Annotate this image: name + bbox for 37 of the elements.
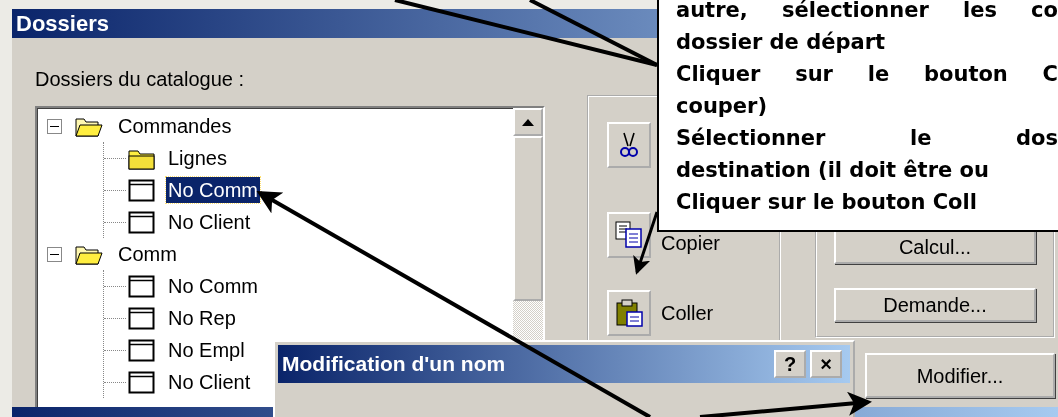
tree-item[interactable]: No Empl [166,337,247,363]
instruction-text: couper) [676,93,769,120]
field-icon [128,274,156,298]
cut-button[interactable] [607,122,651,168]
field-icon [128,338,156,362]
instruction-text: Cliquer sur le bouton C [676,61,1058,88]
tree-item[interactable]: No Comm [166,273,260,299]
push-button[interactable]: Demande... [834,288,1036,322]
tree-item[interactable]: No Comm [166,177,260,203]
tree-item[interactable]: No Client [166,369,253,395]
field-icon [128,178,156,202]
push-button[interactable]: Calcul... [834,230,1036,264]
paste-icon [615,299,643,327]
modify-button[interactable]: Modifier... [865,353,1055,398]
copy-icon [615,221,643,249]
instruction-text: Cliquer sur le bouton Coll [676,189,978,216]
instruction-text: Sélectionner le dos [676,125,1058,152]
paste-button[interactable] [607,290,651,336]
tree-label: Dossiers du catalogue : [35,67,245,92]
instruction-text: destination (il doit être ou [676,157,990,184]
close-button[interactable]: × [810,350,842,378]
button-label: Coller [661,301,714,326]
up-arrow-icon [522,118,534,126]
copy-button[interactable] [607,212,651,258]
tree-item[interactable]: Comm [116,241,179,267]
field-icon [128,306,156,330]
tree-item[interactable]: No Rep [166,305,238,331]
button-label: Copier [661,231,720,256]
scroll-thumb[interactable] [513,136,543,301]
dialog-title: Modification d'un nom [282,351,507,378]
field-icon [128,210,156,234]
tree-item[interactable]: Commandes [116,113,234,139]
tree-item[interactable]: Lignes [166,145,229,171]
tree-item[interactable]: No Client [166,209,253,235]
field-icon [128,370,156,394]
help-button[interactable]: ? [774,350,806,378]
scroll-up-button[interactable] [513,108,543,136]
